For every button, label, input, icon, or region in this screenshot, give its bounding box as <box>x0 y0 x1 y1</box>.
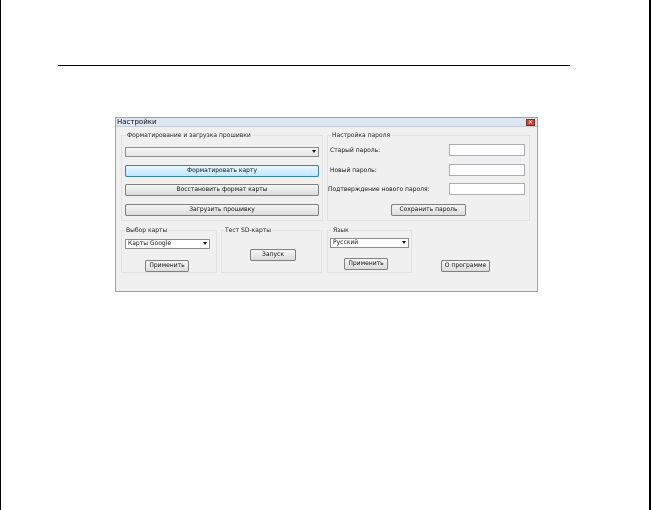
save-password-button[interactable]: Сохранить пароль <box>391 204 466 216</box>
window-title: Настройки <box>117 118 157 126</box>
header-rule <box>58 65 570 66</box>
page-border-right <box>649 0 651 510</box>
chevron-down-icon <box>402 241 406 244</box>
password-group-label: Настройка пароля <box>331 132 392 139</box>
confirm-password-field[interactable] <box>449 183 525 195</box>
page-border-left <box>0 0 1 510</box>
sd-test-group-label: Тест SD-карты <box>224 227 272 234</box>
language-select[interactable]: Русский <box>330 238 409 248</box>
old-password-label: Старый пароль: <box>330 147 381 154</box>
chevron-down-icon <box>203 242 207 245</box>
apply-map-button[interactable]: Применить <box>145 260 189 272</box>
settings-window: Настройки ✕ Форматирование и загрузка пр… <box>115 117 538 292</box>
format-card-button[interactable]: Форматировать карту <box>125 165 319 177</box>
new-password-field[interactable] <box>449 164 525 176</box>
map-group-label: Выбор карты <box>125 227 169 234</box>
chevron-down-icon <box>312 150 316 153</box>
confirm-password-label: Подтверждение нового пароля: <box>328 186 430 193</box>
new-password-label: Новый пароль: <box>330 167 377 174</box>
upload-firmware-button[interactable]: Загрузить прошивку <box>125 204 319 216</box>
close-icon[interactable]: ✕ <box>526 119 535 126</box>
restore-format-button[interactable]: Восстановить формат карты <box>125 184 319 196</box>
document-page: Настройки ✕ Форматирование и загрузка пр… <box>0 0 652 510</box>
map-select[interactable]: Карты Google <box>125 239 210 249</box>
firmware-select[interactable] <box>125 147 319 157</box>
window-titlebar[interactable]: Настройки ✕ <box>116 118 537 127</box>
map-select-value: Карты Google <box>128 240 172 247</box>
apply-language-button[interactable]: Применить <box>344 258 388 270</box>
old-password-field[interactable] <box>449 144 525 156</box>
language-group-label: Язык <box>332 227 350 234</box>
about-button[interactable]: О программе <box>441 260 490 272</box>
sd-test-run-button[interactable]: Запуск <box>250 249 296 261</box>
format-group-label: Форматирование и загрузка прошивки <box>126 132 252 139</box>
language-select-value: Русский <box>333 239 359 246</box>
